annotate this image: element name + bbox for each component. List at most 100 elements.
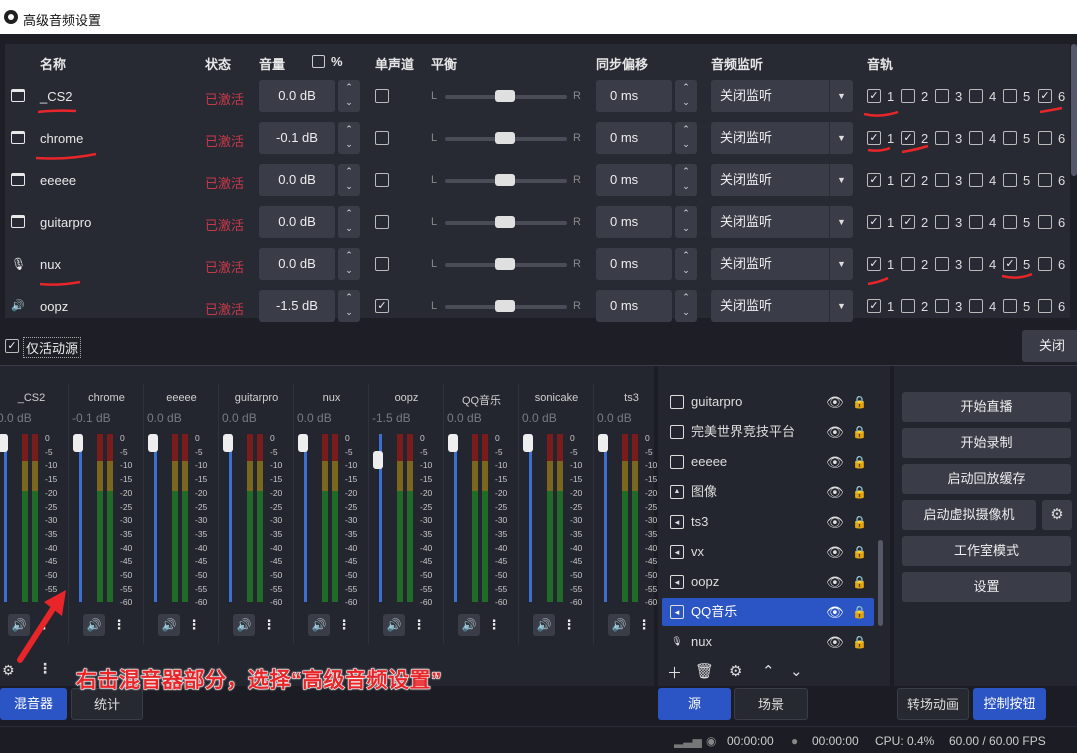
mute-speaker-icon[interactable]: 🔊	[383, 614, 405, 636]
volume-input[interactable]: 0.0 dB	[259, 248, 335, 280]
sync-offset-stepper[interactable]: ⌃ ⌄	[675, 290, 697, 322]
mute-speaker-icon[interactable]: 🔊	[233, 614, 255, 636]
lock-icon[interactable]: 🔒	[852, 478, 867, 506]
volume-fader-knob[interactable]	[148, 434, 158, 452]
mute-speaker-icon[interactable]: 🔊	[533, 614, 555, 636]
move-down-icon[interactable]: ⌄	[790, 662, 803, 680]
lock-icon[interactable]: 🔒	[852, 598, 867, 626]
source-item[interactable]: ◂ vx 👁 🔒	[662, 538, 874, 566]
channel-menu-icon[interactable]: ⋮	[559, 614, 579, 636]
volume-stepper[interactable]: ⌃ ⌄	[338, 80, 360, 112]
track-checkbox-6[interactable]	[1038, 131, 1052, 145]
settings-button[interactable]: 设置	[902, 572, 1071, 602]
channel-menu-icon[interactable]: ⋮	[184, 614, 204, 636]
track-checkbox-3[interactable]	[935, 215, 949, 229]
virtual-camera-button[interactable]: 启动虚拟摄像机	[902, 500, 1036, 530]
tab-controls[interactable]: 控制按钮	[973, 688, 1046, 720]
volume-input[interactable]: 0.0 dB	[259, 164, 335, 196]
virtual-camera-settings-icon[interactable]: ⚙	[1042, 500, 1072, 530]
visibility-eye-icon[interactable]: 👁	[826, 598, 844, 626]
balance-slider-knob[interactable]	[495, 132, 515, 144]
source-item[interactable]: eeeee 👁 🔒	[662, 448, 874, 476]
start-record-button[interactable]: 开始录制	[902, 428, 1071, 458]
channel-menu-icon[interactable]: ⋮	[409, 614, 429, 636]
sync-offset-input[interactable]: 0 ms	[596, 206, 672, 238]
active-only-checkbox[interactable]: ✓	[5, 339, 19, 353]
volume-fader-track[interactable]	[154, 434, 157, 602]
tab-sources[interactable]: 源	[658, 688, 731, 720]
volume-percent-checkbox[interactable]	[312, 55, 325, 68]
mono-checkbox[interactable]	[375, 89, 389, 103]
track-checkbox-5[interactable]	[1003, 215, 1017, 229]
sync-offset-stepper[interactable]: ⌃ ⌄	[675, 80, 697, 112]
balance-slider-knob[interactable]	[495, 174, 515, 186]
source-item[interactable]: 完美世界竞技平台 👁 🔒	[662, 418, 874, 446]
balance-slider-knob[interactable]	[495, 216, 515, 228]
track-checkbox-1[interactable]: ✓	[867, 89, 881, 103]
track-checkbox-4[interactable]	[969, 215, 983, 229]
track-checkbox-1[interactable]: ✓	[867, 299, 881, 313]
volume-fader-knob[interactable]	[223, 434, 233, 452]
sources-scrollbar[interactable]	[878, 540, 883, 626]
monitoring-select[interactable]: 关闭监听 ▼	[711, 206, 853, 238]
monitoring-select[interactable]: 关闭监听 ▼	[711, 122, 853, 154]
track-checkbox-6[interactable]	[1038, 299, 1052, 313]
volume-fader-knob[interactable]	[523, 434, 533, 452]
sync-offset-stepper[interactable]: ⌃ ⌄	[675, 164, 697, 196]
track-checkbox-6[interactable]: ✓	[1038, 89, 1052, 103]
channel-menu-icon[interactable]: ⋮	[334, 614, 354, 636]
sync-offset-stepper[interactable]: ⌃ ⌄	[675, 122, 697, 154]
sync-offset-input[interactable]: 0 ms	[596, 290, 672, 322]
volume-input[interactable]: 0.0 dB	[259, 80, 335, 112]
lock-icon[interactable]: 🔒	[852, 508, 867, 536]
channel-menu-icon[interactable]: ⋮	[484, 614, 504, 636]
volume-fader-track[interactable]	[229, 434, 232, 602]
balance-slider-knob[interactable]	[495, 90, 515, 102]
monitoring-select[interactable]: 关闭监听 ▼	[711, 290, 853, 322]
mono-checkbox[interactable]	[375, 215, 389, 229]
sync-offset-stepper[interactable]: ⌃ ⌄	[675, 206, 697, 238]
track-checkbox-4[interactable]	[969, 299, 983, 313]
mono-checkbox[interactable]	[375, 131, 389, 145]
lock-icon[interactable]: 🔒	[852, 418, 867, 446]
visibility-eye-icon[interactable]: 👁	[826, 628, 844, 656]
lock-icon[interactable]: 🔒	[852, 388, 867, 416]
track-checkbox-2[interactable]: ✓	[901, 131, 915, 145]
track-checkbox-1[interactable]: ✓	[867, 173, 881, 187]
lock-icon[interactable]: 🔒	[852, 448, 867, 476]
volume-input[interactable]: -1.5 dB	[259, 290, 335, 322]
track-checkbox-3[interactable]	[935, 131, 949, 145]
remove-source-icon[interactable]: 🗑	[695, 662, 714, 680]
track-checkbox-2[interactable]: ✓	[901, 215, 915, 229]
track-checkbox-1[interactable]: ✓	[867, 131, 881, 145]
volume-input[interactable]: -0.1 dB	[259, 122, 335, 154]
volume-fader-track[interactable]	[79, 434, 82, 602]
volume-fader-track[interactable]	[529, 434, 532, 602]
visibility-eye-icon[interactable]: 👁	[826, 568, 844, 596]
volume-stepper[interactable]: ⌃ ⌄	[338, 206, 360, 238]
track-checkbox-5[interactable]	[1003, 131, 1017, 145]
track-checkbox-2[interactable]	[901, 89, 915, 103]
source-properties-icon[interactable]: ⚙	[729, 662, 742, 680]
track-checkbox-6[interactable]	[1038, 173, 1052, 187]
source-item[interactable]: ◂ oopz 👁 🔒	[662, 568, 874, 596]
visibility-eye-icon[interactable]: 👁	[826, 418, 844, 446]
mono-checkbox[interactable]	[375, 257, 389, 271]
mono-checkbox[interactable]	[375, 173, 389, 187]
track-checkbox-2[interactable]	[901, 299, 915, 313]
track-checkbox-4[interactable]	[969, 89, 983, 103]
track-checkbox-4[interactable]	[969, 173, 983, 187]
mute-speaker-icon[interactable]: 🔊	[458, 614, 480, 636]
volume-stepper[interactable]: ⌃ ⌄	[338, 164, 360, 196]
volume-stepper[interactable]: ⌃ ⌄	[338, 290, 360, 322]
volume-fader-track[interactable]	[4, 434, 7, 602]
volume-fader-knob[interactable]	[73, 434, 83, 452]
lock-icon[interactable]: 🔒	[852, 538, 867, 566]
tab-mixer[interactable]: 混音器	[0, 688, 67, 720]
track-checkbox-4[interactable]	[969, 131, 983, 145]
tab-transitions[interactable]: 转场动画	[897, 688, 969, 720]
volume-fader-track[interactable]	[454, 434, 457, 602]
volume-fader-knob[interactable]	[373, 450, 383, 469]
sync-offset-stepper[interactable]: ⌃ ⌄	[675, 248, 697, 280]
visibility-eye-icon[interactable]: 👁	[826, 538, 844, 566]
